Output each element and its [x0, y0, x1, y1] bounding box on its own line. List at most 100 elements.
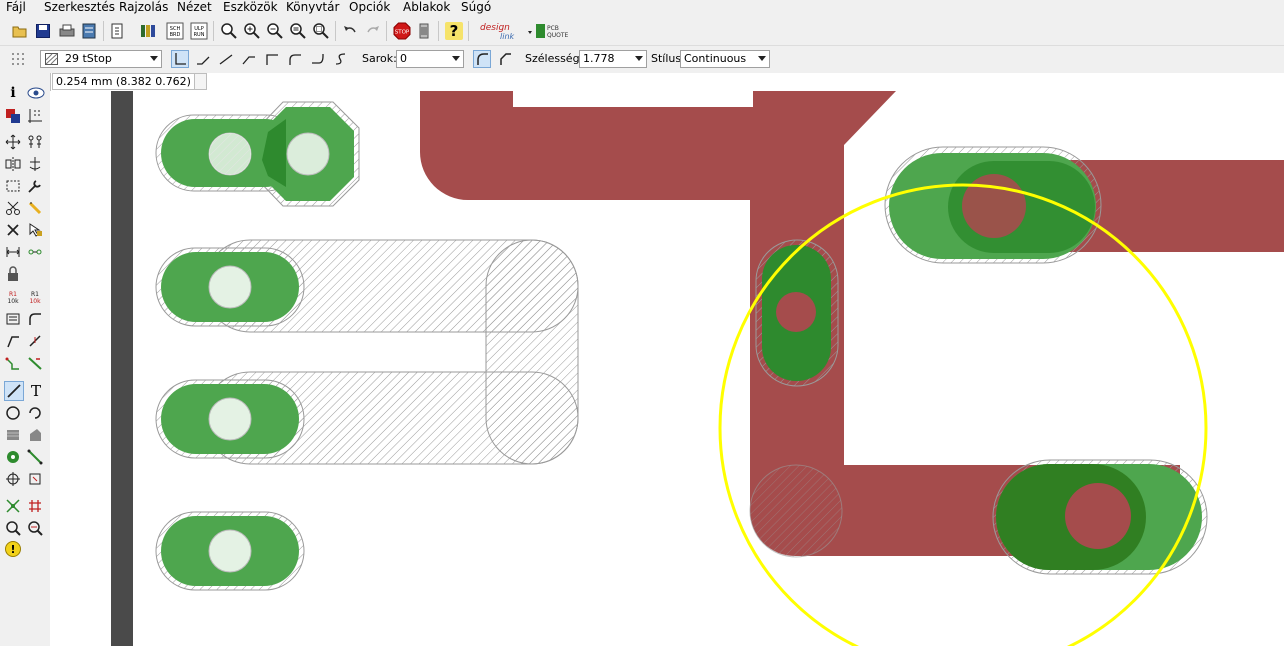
bend-style-2-icon[interactable]: [218, 51, 234, 67]
smash-tool-icon[interactable]: [5, 311, 21, 327]
bend-style-5-icon[interactable]: [287, 51, 303, 67]
wire-tool-button[interactable]: [4, 381, 24, 401]
erc-warning-icon[interactable]: !: [5, 541, 21, 557]
bend-style-7-icon[interactable]: [333, 51, 349, 67]
script-icon[interactable]: [110, 22, 124, 40]
attribute-tool-icon[interactable]: [27, 471, 43, 487]
design-link-icon[interactable]: design link: [478, 20, 536, 42]
arc-tool-icon[interactable]: [27, 405, 43, 421]
rect-tool-icon[interactable]: [5, 427, 21, 443]
bend-style-4-icon[interactable]: [264, 51, 280, 67]
library-icon[interactable]: [139, 22, 157, 40]
zoom-redraw-icon[interactable]: [289, 22, 307, 40]
add-tool-icon[interactable]: [27, 222, 43, 238]
sch-icon[interactable]: SCH BRD: [166, 22, 184, 40]
zoom-out-icon[interactable]: [266, 22, 284, 40]
menu-options[interactable]: Opciók: [349, 0, 390, 17]
bend-style-6-icon[interactable]: [310, 51, 326, 67]
hole-tool-icon[interactable]: [5, 471, 21, 487]
miter-tool-icon[interactable]: [27, 311, 43, 327]
toolbar-separator: [438, 21, 439, 41]
polygon-tool-icon[interactable]: [27, 427, 43, 443]
svg-text:link: link: [500, 32, 515, 41]
miter-corner-icon[interactable]: [497, 51, 513, 67]
zoom-in-icon[interactable]: [243, 22, 261, 40]
display-layers-icon[interactable]: [5, 108, 21, 124]
optimize-tool-icon[interactable]: [27, 333, 43, 349]
wire-tool-icon: [7, 384, 21, 398]
wire-bend-0-button[interactable]: [171, 50, 189, 68]
menu-tools[interactable]: Eszközök: [223, 0, 278, 17]
board-canvas[interactable]: [50, 91, 1284, 646]
command-line-button[interactable]: [194, 73, 207, 90]
menu-help[interactable]: Súgó: [461, 0, 491, 17]
signal-tool-icon[interactable]: [27, 449, 43, 465]
route-tool-icon[interactable]: [5, 355, 21, 371]
menu-library[interactable]: Könyvtár: [286, 0, 339, 17]
svg-text:R1: R1: [31, 291, 39, 298]
redo-icon[interactable]: [365, 23, 381, 39]
toolbar-separator: [213, 21, 214, 41]
width-value: 1.778: [583, 52, 615, 65]
width-select[interactable]: 1.778: [579, 50, 647, 68]
stop-icon[interactable]: STOP: [393, 22, 411, 40]
change-tool-icon[interactable]: [27, 178, 43, 194]
value-tool-icon[interactable]: R110k: [27, 289, 43, 305]
cam-processor-icon[interactable]: [81, 22, 97, 40]
mirror-tool-icon[interactable]: [5, 156, 21, 172]
gateswap-tool-icon[interactable]: [27, 244, 43, 260]
group-tool-icon[interactable]: [5, 178, 21, 194]
board-drawing[interactable]: [50, 91, 1284, 646]
zoom-tool-icon[interactable]: [5, 520, 21, 536]
pinswap-tool-icon[interactable]: [5, 244, 21, 260]
info-tool-icon[interactable]: i: [4, 84, 22, 102]
print-icon[interactable]: [58, 23, 76, 39]
delete-tool-icon[interactable]: [5, 222, 21, 238]
bend-style-1-icon[interactable]: [195, 51, 211, 67]
svg-text:STOP: STOP: [395, 30, 410, 36]
move-tool-icon[interactable]: [5, 134, 21, 150]
menu-file[interactable]: Fájl: [6, 0, 26, 17]
help-icon[interactable]: ?: [445, 22, 463, 40]
width-label: Szélesség:: [525, 52, 584, 65]
mark-tool-icon[interactable]: [27, 108, 43, 124]
style-select[interactable]: Continuous: [680, 50, 770, 68]
lock-tool-icon[interactable]: [5, 266, 21, 282]
round-corner-button[interactable]: [473, 50, 491, 68]
board-cutout: [513, 91, 753, 107]
go-icon[interactable]: [417, 22, 431, 40]
split-tool-icon[interactable]: [5, 333, 21, 349]
zoom-area-tool-icon[interactable]: [27, 520, 43, 536]
zoom-fit-icon[interactable]: [220, 22, 238, 40]
undo-icon[interactable]: [342, 23, 358, 39]
zoom-select-icon[interactable]: [312, 22, 330, 40]
open-icon[interactable]: [12, 23, 28, 39]
bend-style-3-icon[interactable]: [241, 51, 257, 67]
text-tool-icon[interactable]: T: [27, 382, 45, 400]
circle-tool-icon[interactable]: [5, 405, 21, 421]
menu-edit[interactable]: Szerkesztés: [44, 0, 115, 17]
autorouter-tool-icon[interactable]: [27, 498, 43, 514]
chevron-down-icon: [635, 56, 643, 61]
coordinate-display[interactable]: 0.254 mm (8.382 0.762): [52, 73, 204, 90]
menu-windows[interactable]: Ablakok: [403, 0, 450, 17]
main-toolbar: SCH BRD ULP RUN STOP ? design link PCB Q…: [0, 17, 1284, 46]
chevron-down-icon: [150, 56, 158, 61]
ripup-tool-icon[interactable]: [27, 355, 43, 371]
corner-select[interactable]: 0: [396, 50, 464, 68]
paste-tool-icon[interactable]: [27, 200, 43, 216]
rotate-tool-icon[interactable]: [27, 156, 43, 172]
copy-tool-icon[interactable]: [27, 134, 43, 150]
via-tool-icon[interactable]: [5, 449, 21, 465]
name-tool-icon[interactable]: R110k: [5, 289, 21, 305]
menu-draw[interactable]: Rajzolás: [119, 0, 168, 17]
ratsnest-tool-icon[interactable]: [5, 498, 21, 514]
ulp-icon[interactable]: ULP RUN: [190, 22, 208, 40]
menu-view[interactable]: Nézet: [177, 0, 212, 17]
layer-select[interactable]: 29 tStop: [40, 50, 162, 68]
pcb-quote-icon[interactable]: PCB QUOTE: [535, 22, 571, 40]
show-tool-icon[interactable]: [27, 86, 45, 100]
save-icon[interactable]: [35, 23, 51, 39]
svg-text:R1: R1: [9, 291, 17, 298]
cut-tool-icon[interactable]: [5, 200, 21, 216]
